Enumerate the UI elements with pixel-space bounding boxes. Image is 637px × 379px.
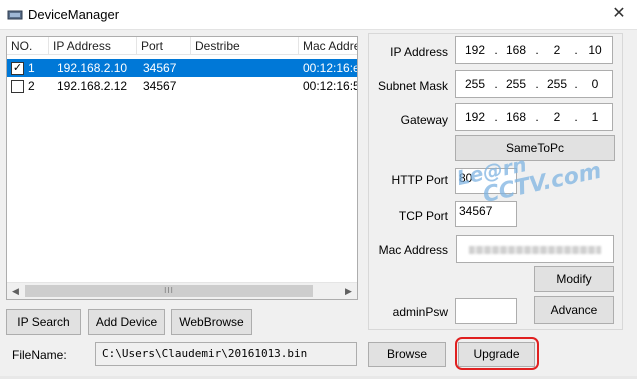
redacted-mac — [469, 246, 601, 254]
filename-label: FileName: — [12, 348, 67, 362]
row-port: 34567 — [143, 79, 177, 93]
subnet-mask-field[interactable]: 255 . 255 . 255 . 0 — [455, 70, 613, 98]
column-header-mac[interactable]: Mac Addre — [299, 37, 357, 55]
subnet-mask-label: Subnet Mask — [377, 79, 448, 93]
browse-button[interactable]: Browse — [368, 342, 446, 367]
mac-address-label: Mac Address — [378, 243, 448, 257]
ip-octet: 0 — [591, 77, 599, 91]
filename-field[interactable]: C:\Users\Claudemir\20161013.bin — [95, 342, 357, 366]
column-header-port[interactable]: Port — [137, 37, 191, 55]
close-icon: ✕ — [612, 5, 626, 22]
ip-dot: . — [494, 77, 498, 91]
horizontal-scrollbar[interactable]: ◀ III ▶ — [7, 282, 357, 299]
ip-address-label: IP Address — [390, 45, 448, 59]
web-browse-button[interactable]: WebBrowse — [171, 309, 252, 335]
ip-dot: . — [535, 43, 539, 57]
mac-address-field[interactable] — [456, 235, 614, 263]
row-checkbox[interactable] — [11, 80, 24, 93]
scroll-left-icon[interactable]: ◀ — [7, 283, 24, 299]
column-header-ip[interactable]: IP Address — [49, 37, 137, 55]
gateway-label: Gateway — [400, 113, 448, 127]
table-row[interactable]: ✓ 1 192.168.2.10 34567 00:12:16:e — [7, 59, 358, 77]
ip-octet: 10 — [588, 43, 602, 57]
ip-octet: 192 — [464, 110, 486, 124]
ip-octet: 2 — [553, 110, 561, 124]
highlight-ring — [455, 337, 539, 370]
ip-dot: . — [494, 110, 498, 124]
modify-button[interactable]: Modify — [534, 266, 614, 292]
ip-dot: . — [535, 110, 539, 124]
row-ip: 192.168.2.10 — [57, 61, 128, 75]
row-ip: 192.168.2.12 — [57, 79, 128, 93]
title-bar: DeviceManager ✕ — [0, 0, 637, 30]
row-port: 34567 — [143, 61, 177, 75]
ip-search-button[interactable]: IP Search — [6, 309, 81, 335]
advance-button[interactable]: Advance — [534, 296, 614, 324]
ip-octet: 1 — [591, 110, 599, 124]
ip-octet: 2 — [553, 43, 561, 57]
ip-dot: . — [574, 77, 578, 91]
column-header-no[interactable]: NO. — [7, 37, 49, 55]
close-button[interactable]: ✕ — [607, 3, 631, 25]
admin-psw-field[interactable] — [455, 298, 517, 324]
row-mac: 00:12:16:5 — [303, 79, 358, 93]
admin-psw-label: adminPsw — [392, 305, 448, 319]
gateway-field[interactable]: 192 . 168 . 2 . 1 — [455, 103, 613, 131]
ip-octet: 168 — [505, 110, 527, 124]
row-mac: 00:12:16:e — [303, 61, 358, 75]
window-title: DeviceManager — [28, 7, 120, 22]
row-describe — [197, 77, 297, 95]
row-describe — [197, 59, 297, 77]
row-no: 1 — [28, 61, 35, 75]
http-port-label: HTTP Port — [391, 173, 448, 187]
row-no: 2 — [28, 79, 35, 93]
ip-octet: 168 — [505, 43, 527, 57]
ip-dot: . — [574, 110, 578, 124]
column-header-describe[interactable]: Destribe — [191, 37, 299, 55]
ip-dot: . — [574, 43, 578, 57]
scroll-right-icon[interactable]: ▶ — [340, 283, 357, 299]
add-device-button[interactable]: Add Device — [88, 309, 165, 335]
table-header: NO. IP Address Port Destribe Mac Addre — [7, 37, 357, 55]
table-row[interactable]: 2 192.168.2.12 34567 00:12:16:5 — [7, 77, 358, 95]
scroll-thumb[interactable]: III — [25, 285, 313, 297]
ip-octet: 192 — [464, 43, 486, 57]
row-checkbox[interactable]: ✓ — [11, 62, 24, 75]
device-table[interactable]: NO. IP Address Port Destribe Mac Addre ✓… — [6, 36, 358, 300]
ip-octet: 255 — [464, 77, 486, 91]
ip-octet: 255 — [505, 77, 527, 91]
ip-dot: . — [494, 43, 498, 57]
tcp-port-label: TCP Port — [398, 209, 448, 223]
ip-octet: 255 — [546, 77, 568, 91]
app-icon — [7, 10, 23, 20]
ip-address-field[interactable]: 192 . 168 . 2 . 10 — [455, 36, 613, 64]
ip-dot: . — [535, 77, 539, 91]
